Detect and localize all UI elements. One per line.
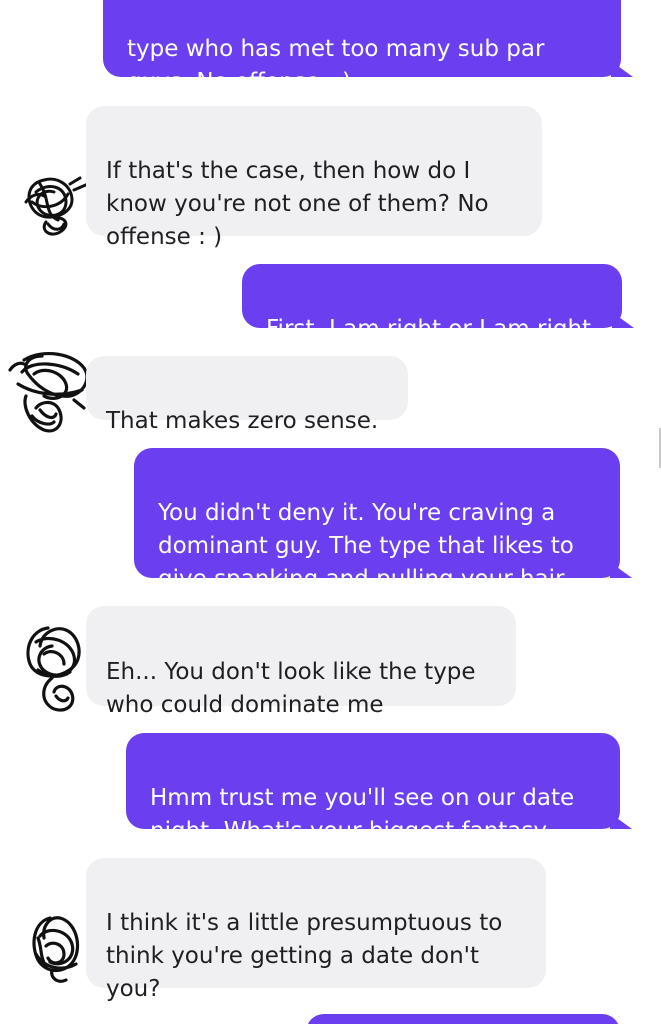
bubble-tail [611,61,633,77]
message-bubble-incoming[interactable]: That makes zero sense. [86,356,408,434]
message-bubble-incoming[interactable]: If that's the case, then how do I know y… [86,106,542,250]
bubble-tail [612,312,634,328]
message-text: I think it's a little presumptuous to th… [106,910,503,1002]
bubble-tail [610,562,632,578]
message-text: Eh... You don't look like the type who c… [106,659,476,718]
message-bubble-incoming[interactable]: Eh... You don't look like the type who c… [86,606,516,718]
chat-thread[interactable]: type who has met too many sub par guys. … [0,0,661,1024]
avatar-scribbled-icon[interactable] [4,344,94,440]
message-text: First, I am right or I am right [266,316,592,342]
message-text: type who has met too many sub par guys. … [127,36,545,95]
bubble-tail [610,813,632,829]
message-bubble-incoming[interactable]: I think it's a little presumptuous to th… [86,858,546,1002]
message-text: If that's the case, then how do I know y… [106,158,489,250]
message-bubble-outgoing[interactable]: First, I am right or I am right [242,264,634,342]
message-text: You didn't deny it. You're craving a dom… [158,500,574,592]
avatar-scribbled-icon[interactable] [14,162,94,242]
message-bubble-outgoing[interactable] [306,1014,620,1024]
message-bubble-outgoing[interactable]: You didn't deny it. You're craving a dom… [134,448,632,592]
message-text: Hmm trust me you'll see on our date nigh… [150,785,575,844]
avatar-scribbled-icon[interactable] [22,908,86,988]
message-bubble-outgoing[interactable]: type who has met too many sub par guys. … [103,0,633,95]
avatar-scribbled-icon[interactable] [18,618,90,718]
message-bubble-outgoing[interactable]: Hmm trust me you'll see on our date nigh… [126,733,632,844]
message-text: That makes zero sense. [106,408,379,434]
